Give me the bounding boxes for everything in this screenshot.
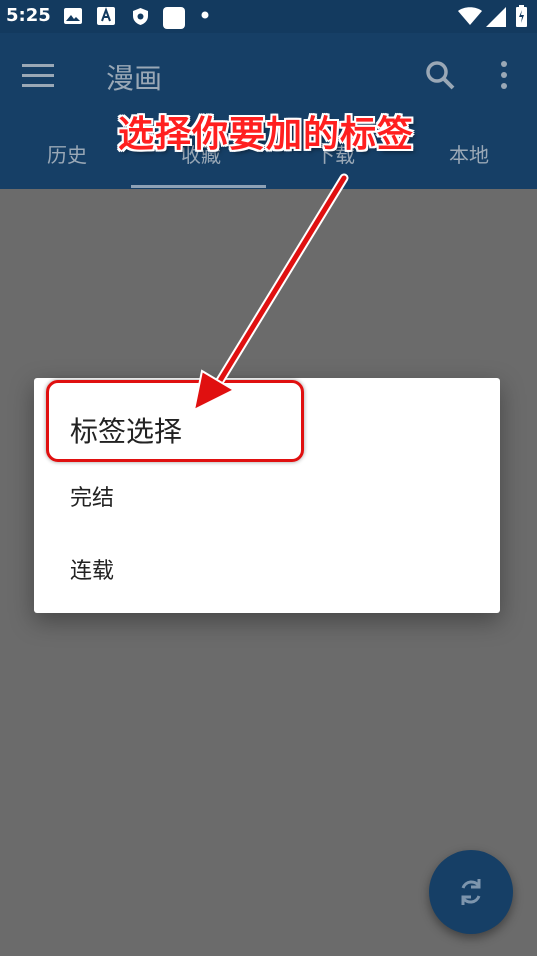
tab-indicator [131, 185, 266, 188]
refresh-icon [461, 879, 481, 905]
image-icon [64, 8, 82, 24]
menu-icon[interactable] [22, 62, 54, 90]
search-icon[interactable] [424, 59, 456, 91]
notification-dot-icon [201, 11, 209, 19]
font-app-icon [97, 7, 115, 25]
highlight-box [46, 380, 304, 462]
battery-charging-icon [516, 5, 527, 27]
wifi-icon [458, 7, 482, 25]
dialog-option-serializing[interactable]: 连载 [70, 553, 114, 585]
status-time: 5:25 [6, 5, 51, 26]
more-vert-icon[interactable] [494, 59, 514, 91]
dialog-option-completed[interactable]: 完结 [70, 480, 114, 512]
shield-icon [133, 8, 148, 25]
status-bar: 5:25 [0, 0, 537, 33]
square-app-icon [163, 7, 185, 29]
annotation-text: 选择你要加的标签 [118, 114, 415, 155]
refresh-fab[interactable] [429, 850, 513, 934]
tab-local[interactable]: 本地 [402, 139, 536, 168]
app-title: 漫画 [106, 62, 163, 95]
signal-icon [486, 7, 506, 27]
tab-history[interactable]: 历史 [0, 139, 134, 168]
